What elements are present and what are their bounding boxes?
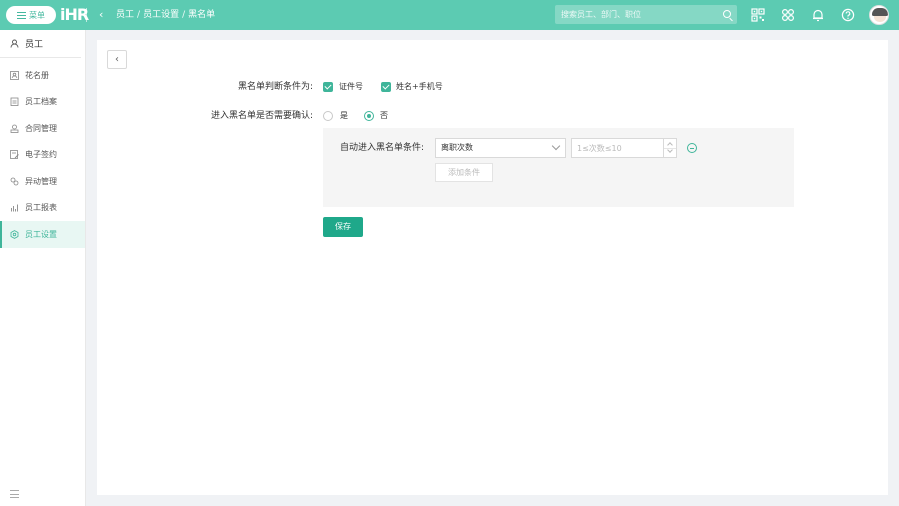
transfer-icon: [10, 177, 19, 186]
name-phone-label[interactable]: 姓名+手机号: [396, 81, 443, 93]
sidebar-item-settings[interactable]: 员工设置: [0, 221, 85, 248]
back-icon: ‹: [115, 54, 119, 65]
sidebar-item-label: 员工报表: [25, 203, 57, 213]
remove-condition-icon[interactable]: [687, 143, 697, 153]
qrcode-icon[interactable]: [751, 8, 765, 22]
sidebar-item-label: 异动管理: [25, 176, 57, 186]
auto-condition-panel: 自动进入黑名单条件: 离职次数 添加条件: [323, 128, 794, 207]
apps-icon[interactable]: [781, 8, 795, 22]
menu-icon: [17, 11, 26, 19]
count-stepper[interactable]: [663, 139, 676, 157]
sidebar-header: 员工: [0, 30, 81, 58]
confirm-yes-label[interactable]: 是: [340, 110, 348, 122]
confirm-label: 进入黑名单是否需要确认:: [210, 111, 313, 121]
avatar-hair: [872, 8, 888, 16]
contract-icon: [10, 124, 19, 133]
sidebar: 员工 花名册 员工档案 合同管理 电子签约 异动管理 员工报表 员工设置: [0, 30, 86, 506]
top-bar: 菜单 iHR ‹ 员工 / 员工设置 / 黑名单: [0, 0, 899, 30]
breadcrumb: 员工 / 员工设置 / 黑名单: [116, 8, 215, 22]
breadcrumb-item-blacklist: 黑名单: [188, 10, 216, 20]
back-button[interactable]: ‹: [107, 50, 127, 69]
breadcrumb-item-employee[interactable]: 员工: [116, 8, 134, 22]
breadcrumb-separator: /: [137, 10, 141, 20]
topbar-divider: [86, 8, 87, 22]
name-phone-checkbox[interactable]: [381, 82, 391, 92]
help-icon[interactable]: [841, 8, 855, 22]
confirm-no-label[interactable]: 否: [380, 110, 388, 122]
auto-condition-label: 自动进入黑名单条件:: [340, 143, 425, 153]
esign-icon: [10, 150, 19, 160]
bell-icon[interactable]: [811, 8, 825, 22]
archive-icon: [10, 97, 19, 107]
menu-button[interactable]: 菜单: [6, 6, 56, 24]
settings-icon: [10, 229, 19, 239]
chevron-down-icon: [551, 141, 561, 151]
breadcrumb-separator: /: [182, 10, 186, 20]
condition-count-input-wrapper: [571, 138, 677, 158]
condition-type-value: 离职次数: [441, 143, 473, 152]
save-button[interactable]: 保存: [323, 217, 363, 237]
sidebar-item-esign[interactable]: 电子签约: [0, 142, 85, 169]
global-search: [555, 5, 737, 24]
sidebar-item-contract[interactable]: 合同管理: [0, 115, 85, 142]
sidebar-item-transfer[interactable]: 异动管理: [0, 168, 85, 195]
sidebar-item-label: 花名册: [25, 70, 49, 80]
back-chevron-icon[interactable]: ‹: [99, 8, 103, 22]
sidebar-item-archive[interactable]: 员工档案: [0, 89, 85, 116]
sidebar-item-label: 电子签约: [25, 150, 57, 160]
sidebar-item-label: 员工设置: [25, 229, 57, 239]
collapse-sidebar-icon[interactable]: [10, 490, 19, 498]
sidebar-item-label: 合同管理: [25, 123, 57, 133]
search-input[interactable]: [555, 5, 737, 24]
sidebar-header-label: 员工: [25, 40, 44, 50]
id-number-label[interactable]: 证件号: [339, 81, 363, 93]
user-icon: [10, 39, 19, 48]
condition-type-select[interactable]: 离职次数: [435, 138, 566, 158]
search-icon[interactable]: [723, 10, 731, 18]
roster-icon: [10, 70, 19, 80]
confirm-yes-radio[interactable]: [323, 111, 333, 121]
confirm-no-radio[interactable]: [364, 111, 374, 121]
id-number-checkbox[interactable]: [323, 82, 333, 92]
sidebar-item-report[interactable]: 员工报表: [0, 195, 85, 222]
user-avatar[interactable]: [869, 5, 889, 25]
app-logo[interactable]: iHR: [60, 6, 89, 24]
criteria-label: 黑名单判断条件为:: [237, 82, 313, 92]
report-icon: [11, 204, 18, 212]
main-panel: ‹ 黑名单判断条件为: 证件号 姓名+手机号 进入黑名单是否需要确认: 是 否 …: [97, 40, 888, 495]
condition-count-input[interactable]: [572, 139, 662, 157]
add-condition-button[interactable]: 添加条件: [435, 163, 493, 182]
breadcrumb-item-settings[interactable]: 员工设置: [143, 8, 179, 22]
menu-button-label: 菜单: [29, 10, 45, 20]
sidebar-item-roster[interactable]: 花名册: [0, 62, 85, 89]
sidebar-item-label: 员工档案: [25, 97, 57, 107]
